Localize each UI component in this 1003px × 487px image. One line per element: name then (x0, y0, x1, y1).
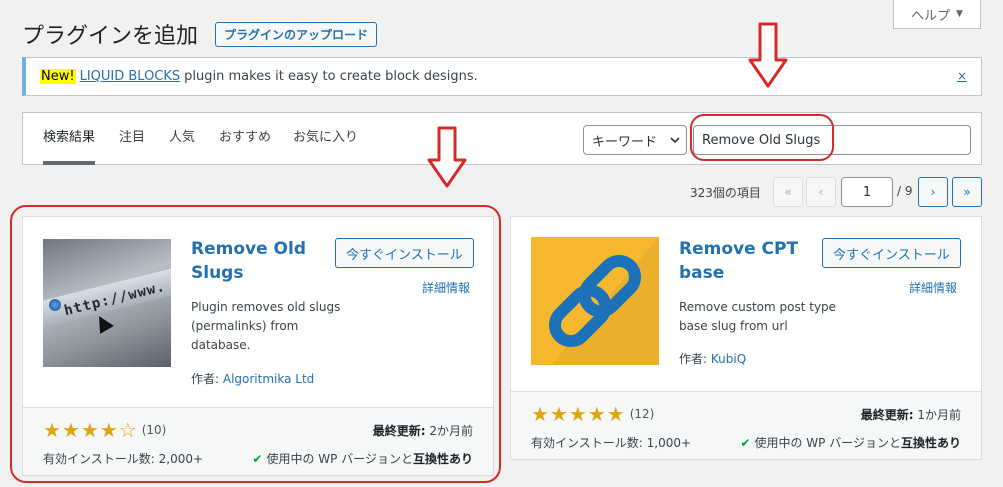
last-updated: 最終更新: 1か月前 (860, 408, 961, 422)
first-page-button: « (773, 177, 803, 207)
notice-dismiss-button[interactable]: × (957, 69, 967, 83)
annotation-arrow-down-icon (748, 22, 788, 88)
compatibility-status: ✔ 使用中の WP バージョンと互換性あり (740, 436, 961, 450)
install-now-button[interactable]: 今すぐインストール (822, 238, 961, 268)
plugin-description: Remove custom post type base slug from u… (679, 300, 837, 333)
plugin-filter-bar: 検索結果 注目 人気 おすすめ お気に入り キーワード (22, 112, 982, 165)
current-page-input[interactable] (841, 177, 893, 207)
star-filled-icon: ★ (606, 402, 625, 426)
plugin-author: 作者: KubiQ (679, 352, 747, 366)
tab-search-results[interactable]: 検索結果 (43, 113, 96, 165)
tab-favorites[interactable]: お気に入り (293, 113, 358, 165)
help-label: ヘルプ (911, 8, 951, 24)
plugin-card-footer: ★ ★ ★ ★ ★ (12) 最終更新: 1か月前 有効インストール数: 1,0… (511, 391, 981, 459)
annotation-arrow-down-icon (427, 126, 467, 188)
rating-count[interactable]: (12) (630, 407, 655, 421)
author-link[interactable]: KubiQ (711, 352, 746, 366)
chain-link-icon (548, 237, 659, 365)
plugin-thumbnail[interactable] (531, 237, 659, 365)
star-rating: ★ ★ ★ ★ ★ (12) (531, 404, 654, 424)
plugin-card-remove-cpt-base: Remove CPT base 今すぐインストール 詳細情報 Remove cu… (510, 216, 982, 460)
annotation-search-highlight (690, 114, 834, 161)
item-count: 323個の項目 (690, 186, 761, 200)
caret-down-icon: ▼ (956, 9, 963, 19)
star-filled-icon: ★ (531, 402, 549, 426)
search-type-select[interactable]: キーワード (583, 125, 687, 155)
pagination: 323個の項目 « ‹ / 9 › » (0, 177, 1003, 207)
tab-recommended[interactable]: おすすめ (219, 113, 271, 165)
check-icon: ✔ (740, 436, 751, 450)
prev-page-button: ‹ (806, 177, 836, 207)
last-page-button[interactable]: » (952, 177, 982, 207)
tab-popular[interactable]: 人気 (169, 113, 195, 165)
star-filled-icon: ★ (568, 402, 587, 426)
tab-featured[interactable]: 注目 (119, 113, 145, 165)
star-filled-icon: ★ (587, 402, 606, 426)
star-filled-icon: ★ (549, 402, 568, 426)
more-details-link[interactable]: 詳細情報 (909, 279, 957, 296)
upload-plugin-button[interactable]: プラグインのアップロード (215, 22, 378, 47)
total-pages: / 9 (897, 184, 913, 198)
notice-banner: New! LIQUID BLOCKS plugin makes it easy … (22, 57, 982, 96)
page-title: プラグインを追加 (22, 24, 199, 49)
plugin-name-link[interactable]: Remove CPT base (679, 237, 798, 285)
annotation-card-highlight (10, 205, 501, 483)
chevron-down-icon (670, 132, 680, 151)
next-page-button[interactable]: › (918, 177, 948, 207)
notice-new-badge: New! (40, 69, 76, 84)
notice-text: plugin makes it easy to create block des… (184, 69, 478, 84)
active-installs: 有効インストール数: 1,000+ (531, 436, 692, 450)
help-tab-button[interactable]: ヘルプ ▼ (893, 0, 981, 29)
notice-link[interactable]: LIQUID BLOCKS (80, 69, 181, 84)
search-type-value: キーワード (592, 134, 658, 150)
